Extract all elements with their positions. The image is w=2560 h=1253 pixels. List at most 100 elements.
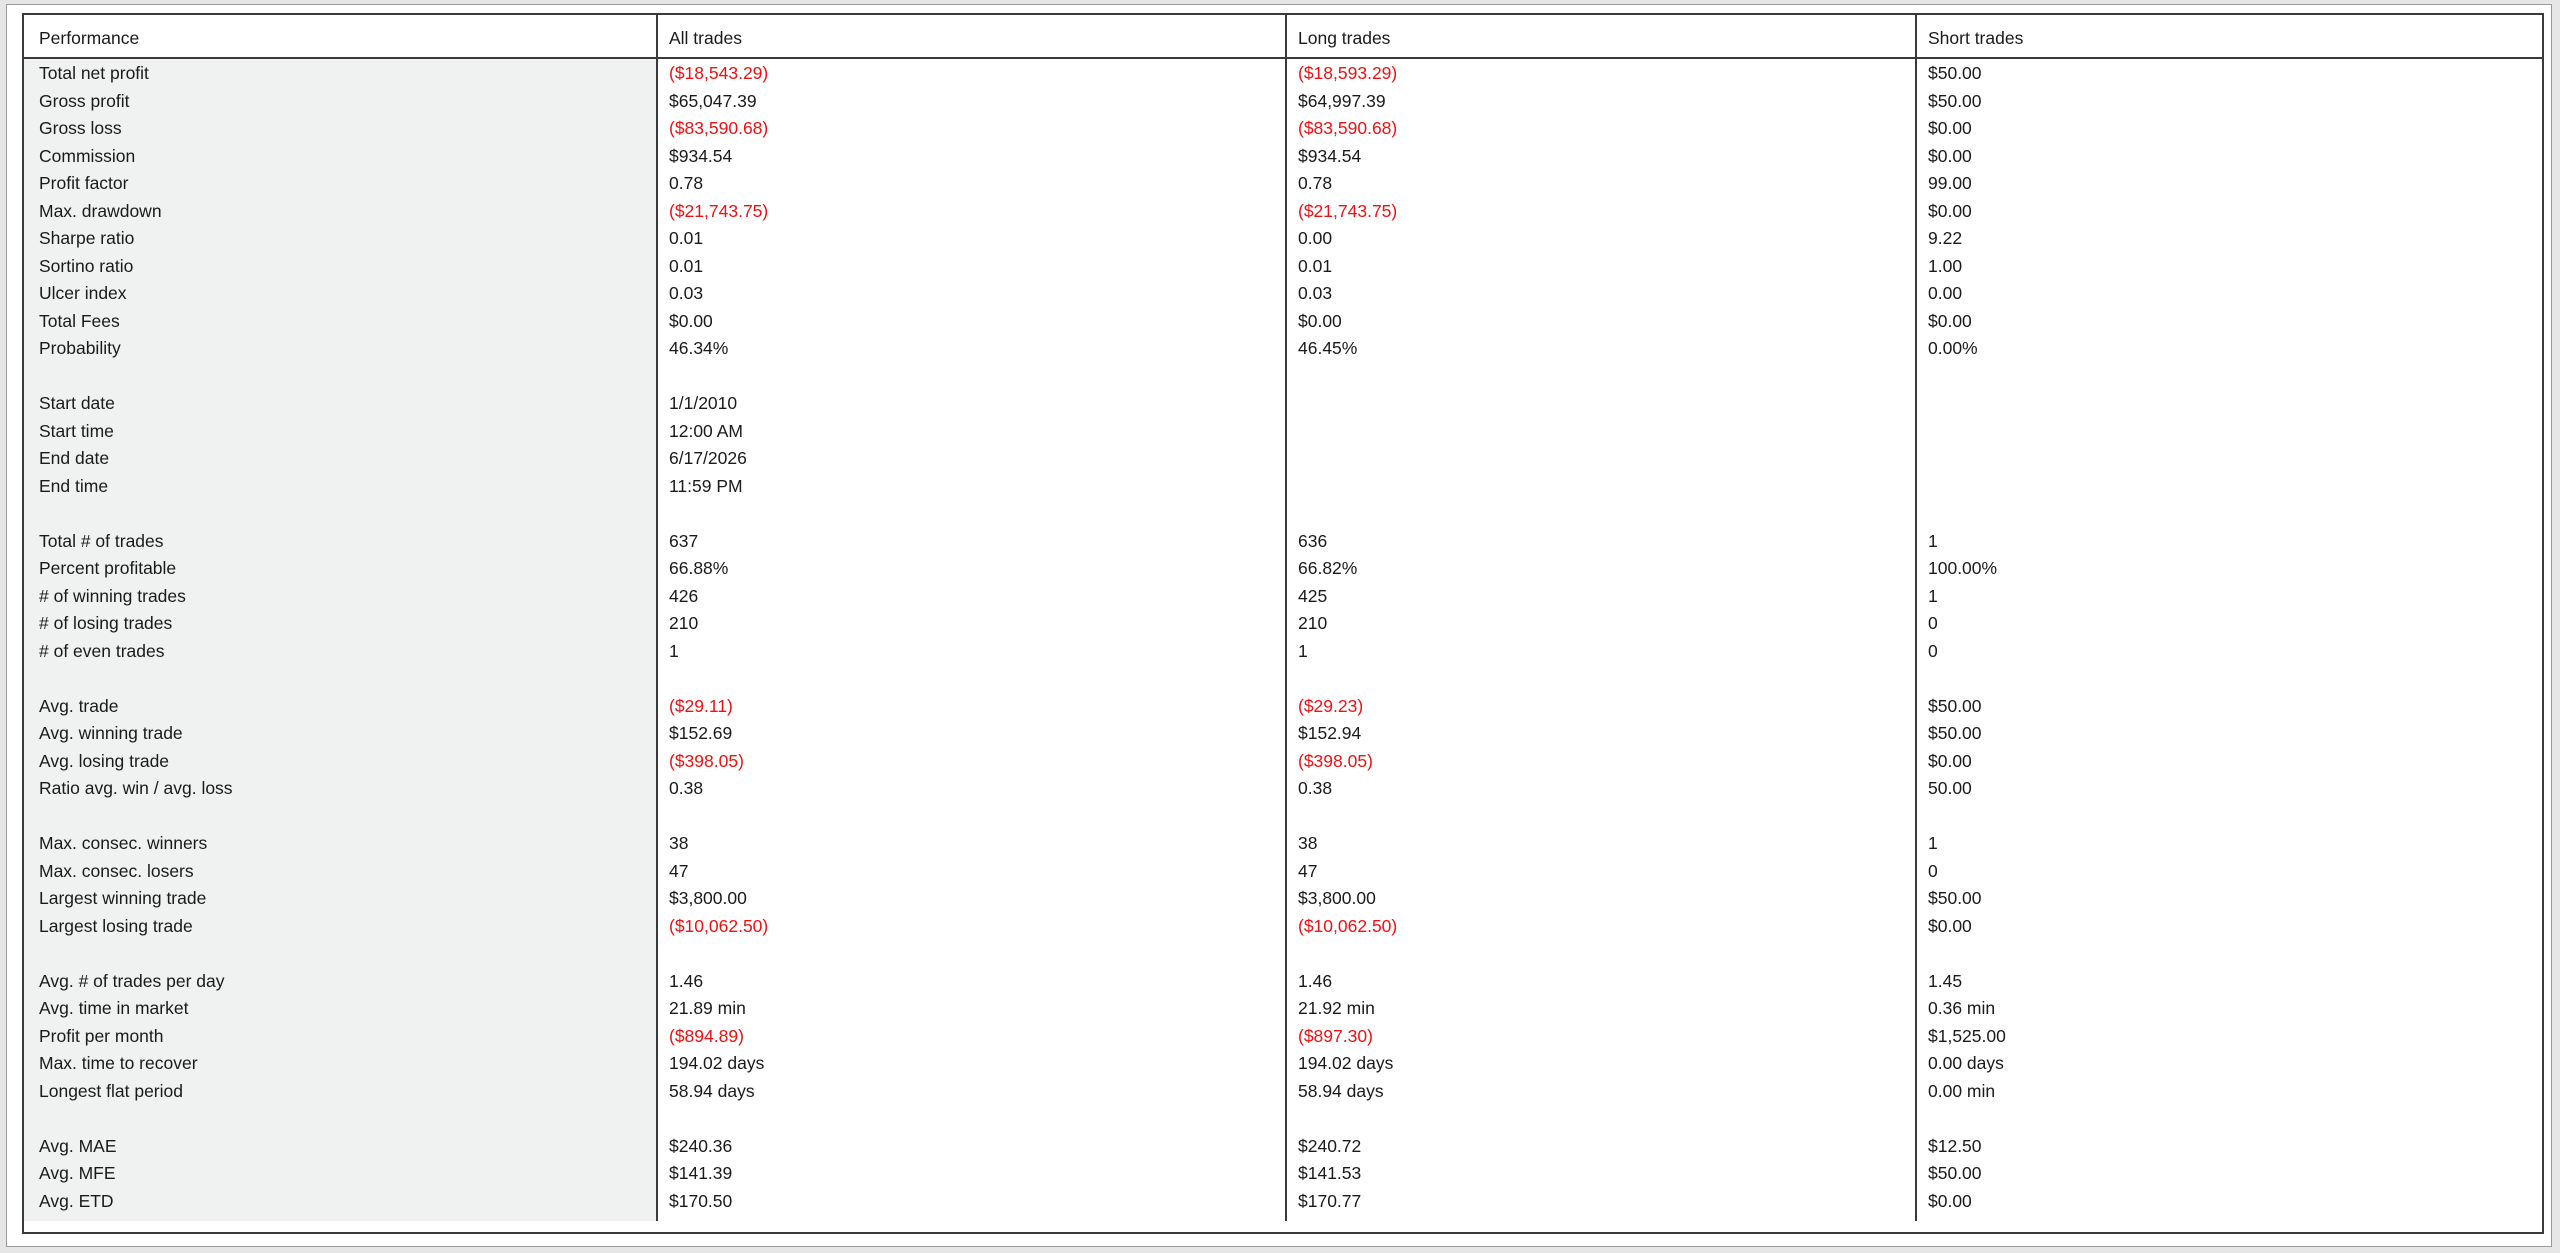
long-trades-value: 38 — [1298, 833, 1318, 853]
long-trades-value: $934.54 — [1298, 145, 1362, 166]
short-trades-value: $0.00 — [1928, 1190, 1972, 1211]
short-trades-value: 0.36 min — [1928, 998, 1996, 1018]
metric-label: Avg. # of trades per day — [39, 970, 225, 991]
long-trades-value: $141.53 — [1298, 1163, 1362, 1183]
long-trades-value: $240.72 — [1298, 1135, 1362, 1156]
metric-label: Longest flat period — [39, 1080, 183, 1101]
metric-label: Total # of trades — [39, 530, 164, 551]
long-trades-value: ($18,593.29) — [1298, 63, 1398, 83]
all-trades-value: 426 — [669, 585, 699, 606]
metric-label: Avg. time in market — [39, 998, 189, 1018]
short-trades-value: 0.00% — [1928, 338, 1978, 358]
all-trades-value: ($21,743.75) — [669, 200, 769, 221]
metric-label: Max. consec. losers — [39, 860, 194, 881]
metric-label: Avg. winning trade — [39, 723, 183, 743]
short-trades-value: $50.00 — [1928, 888, 1982, 908]
short-trades-value: $50.00 — [1928, 723, 1982, 743]
metric-label: Avg. trade — [39, 695, 119, 716]
all-trades-value: 1/1/2010 — [669, 393, 738, 413]
long-trades-value: 0.00 — [1298, 228, 1333, 248]
short-trades-value: 1 — [1928, 530, 1938, 551]
all-trades-value: 0.01 — [669, 228, 704, 248]
all-trades-value: ($398.05) — [669, 750, 744, 771]
short-trades-value: 1.45 — [1928, 970, 1963, 991]
short-trades-value: $1,525.00 — [1928, 1025, 2006, 1046]
all-trades-value: 21.89 min — [669, 998, 746, 1018]
all-trades-value: $0.00 — [669, 310, 713, 331]
short-trades-value: $50.00 — [1928, 695, 1982, 716]
long-trades-value: ($897.30) — [1298, 1025, 1373, 1046]
long-trades-value: ($21,743.75) — [1298, 200, 1398, 221]
metric-label: Start time — [39, 420, 114, 441]
short-trades-value: 0 — [1928, 860, 1938, 881]
column-divider[interactable] — [1915, 15, 1917, 1221]
short-trades-value: 99.00 — [1928, 173, 1972, 193]
short-trades-value: 1 — [1928, 585, 1938, 606]
metric-label: Max. time to recover — [39, 1053, 198, 1073]
all-trades-value: ($894.89) — [669, 1025, 744, 1046]
header-performance[interactable]: Performance — [39, 27, 139, 49]
metric-label: Percent profitable — [39, 558, 177, 578]
all-trades-value: 38 — [669, 833, 689, 853]
metric-label: Max. consec. winners — [39, 833, 208, 853]
short-trades-value: $0.00 — [1928, 750, 1972, 771]
long-trades-value: 58.94 days — [1298, 1080, 1384, 1101]
all-trades-value: 6/17/2026 — [669, 448, 747, 468]
all-trades-value: 637 — [669, 530, 699, 551]
all-trades-value: 0.03 — [669, 283, 704, 303]
performance-summary-grid: Performance All trades Long trades Short… — [22, 13, 2544, 1234]
header-short-trades[interactable]: Short trades — [1928, 27, 2023, 49]
metric-label: Gross loss — [39, 118, 122, 138]
long-trades-value: 66.82% — [1298, 558, 1358, 578]
metric-label: End time — [39, 475, 109, 496]
long-trades-value: 210 — [1298, 613, 1328, 633]
long-trades-value: $64,997.39 — [1298, 90, 1386, 111]
long-trades-value: 636 — [1298, 530, 1328, 551]
short-trades-value: 0.00 — [1928, 283, 1963, 303]
long-trades-value: 0.78 — [1298, 173, 1333, 193]
column-divider[interactable] — [1285, 15, 1287, 1221]
metric-label: Profit factor — [39, 173, 129, 193]
all-trades-value: $141.39 — [669, 1163, 733, 1183]
metric-label: Avg. MFE — [39, 1163, 116, 1183]
all-trades-value: ($10,062.50) — [669, 915, 769, 936]
metric-label: Total net profit — [39, 63, 149, 83]
short-trades-value: $0.00 — [1928, 310, 1972, 331]
header-long-trades[interactable]: Long trades — [1298, 27, 1390, 49]
metric-label: Commission — [39, 145, 136, 166]
short-trades-value: 0.00 min — [1928, 1080, 1996, 1101]
long-trades-value: $152.94 — [1298, 723, 1362, 743]
short-trades-value: $0.00 — [1928, 145, 1972, 166]
all-trades-value: 12:00 AM — [669, 420, 743, 441]
long-trades-value: 0.03 — [1298, 283, 1333, 303]
metric-label: Avg. MAE — [39, 1135, 117, 1156]
metric-label: Start date — [39, 393, 115, 413]
metric-label: Largest losing trade — [39, 915, 193, 936]
all-trades-value: $65,047.39 — [669, 90, 757, 111]
short-trades-value: $0.00 — [1928, 200, 1972, 221]
all-trades-value: 11:59 PM — [669, 475, 743, 496]
header-all-trades[interactable]: All trades — [669, 27, 742, 49]
long-trades-value: ($29.23) — [1298, 695, 1364, 716]
short-trades-value: 9.22 — [1928, 228, 1963, 248]
header-row: Performance All trades Long trades Short… — [24, 15, 2542, 59]
metric-label: Avg. ETD — [39, 1190, 114, 1211]
all-trades-value: 194.02 days — [669, 1053, 765, 1073]
short-trades-value: $50.00 — [1928, 1163, 1982, 1183]
metric-label: Probability — [39, 338, 121, 358]
metric-label: # of winning trades — [39, 585, 186, 606]
all-trades-value: ($18,543.29) — [669, 63, 769, 83]
all-trades-value: $170.50 — [669, 1190, 733, 1211]
metric-label: Gross profit — [39, 90, 130, 111]
all-trades-value: 0.01 — [669, 255, 704, 276]
metric-label: Avg. losing trade — [39, 750, 170, 771]
short-trades-value: 50.00 — [1928, 778, 1972, 798]
short-trades-value: $12.50 — [1928, 1135, 1982, 1156]
long-trades-value: 425 — [1298, 585, 1328, 606]
short-trades-value: $50.00 — [1928, 90, 1982, 111]
metric-label: Max. drawdown — [39, 200, 162, 221]
long-trades-value: 47 — [1298, 860, 1318, 881]
column-divider[interactable] — [656, 15, 658, 1221]
all-trades-value: $152.69 — [669, 723, 733, 743]
long-trades-value: ($83,590.68) — [1298, 118, 1398, 138]
